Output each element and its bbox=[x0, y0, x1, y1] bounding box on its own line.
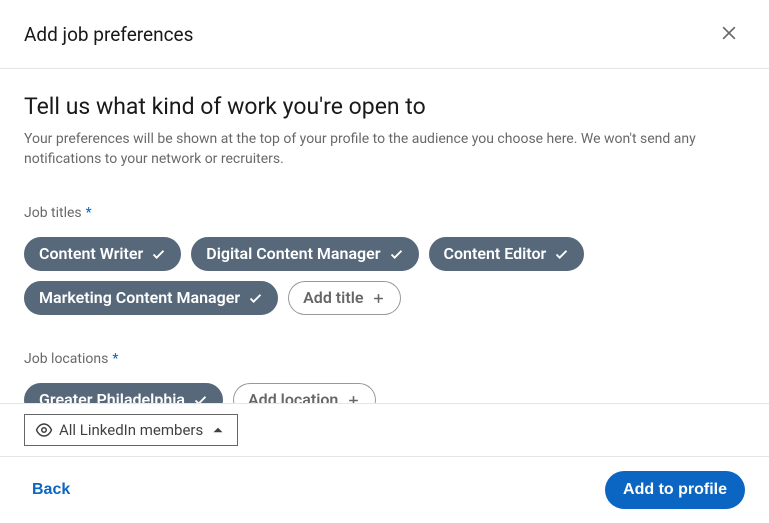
job-title-pill[interactable]: Marketing Content Manager bbox=[24, 281, 278, 315]
job-titles-group: Job titles* Content Writer Digital Conte… bbox=[24, 205, 745, 315]
check-icon bbox=[151, 247, 166, 262]
check-icon bbox=[389, 247, 404, 262]
modal-footer: Back Add to profile bbox=[0, 457, 769, 523]
pill-label: Content Editor bbox=[444, 246, 547, 262]
visibility-bar: All LinkedIn members bbox=[0, 403, 769, 457]
job-title-pill[interactable]: Content Writer bbox=[24, 237, 181, 271]
pill-label: Greater Philadelphia bbox=[39, 392, 185, 403]
pill-label: Content Writer bbox=[39, 246, 143, 262]
add-title-button[interactable]: Add title bbox=[288, 281, 401, 315]
page-heading: Tell us what kind of work you're open to bbox=[24, 93, 745, 120]
modal-header: Add job preferences bbox=[0, 0, 769, 69]
job-location-pill[interactable]: Greater Philadelphia bbox=[24, 383, 223, 403]
required-marker: * bbox=[86, 205, 92, 221]
page-subheading: Your preferences will be shown at the to… bbox=[24, 130, 745, 169]
job-title-pill[interactable]: Content Editor bbox=[429, 237, 585, 271]
plus-icon bbox=[346, 393, 361, 403]
job-title-pill[interactable]: Digital Content Manager bbox=[191, 237, 418, 271]
caret-up-icon bbox=[209, 421, 227, 439]
check-icon bbox=[248, 291, 263, 306]
visibility-label: All LinkedIn members bbox=[59, 421, 203, 439]
pill-label: Digital Content Manager bbox=[206, 246, 380, 262]
check-icon bbox=[193, 393, 208, 403]
job-titles-label-text: Job titles bbox=[24, 205, 82, 221]
plus-icon bbox=[371, 291, 386, 306]
job-titles-label: Job titles* bbox=[24, 205, 745, 221]
job-titles-pills: Content Writer Digital Content Manager C… bbox=[24, 237, 745, 315]
visibility-selector[interactable]: All LinkedIn members bbox=[24, 414, 238, 446]
job-locations-label: Job locations* bbox=[24, 351, 745, 367]
pill-label: Add title bbox=[303, 290, 363, 306]
required-marker: * bbox=[112, 351, 118, 367]
job-locations-pills: Greater Philadelphia Add location bbox=[24, 383, 745, 403]
job-locations-group: Job locations* Greater Philadelphia Add … bbox=[24, 351, 745, 403]
back-button[interactable]: Back bbox=[24, 475, 78, 505]
close-button[interactable] bbox=[713, 18, 745, 50]
job-preferences-modal: Add job preferences Tell us what kind of… bbox=[0, 0, 769, 523]
add-to-profile-button[interactable]: Add to profile bbox=[605, 471, 745, 509]
eye-icon bbox=[35, 421, 53, 439]
close-icon bbox=[719, 23, 739, 46]
add-location-button[interactable]: Add location bbox=[233, 383, 376, 403]
pill-label: Add location bbox=[248, 392, 338, 403]
pill-label: Marketing Content Manager bbox=[39, 290, 240, 306]
check-icon bbox=[554, 247, 569, 262]
job-locations-label-text: Job locations bbox=[24, 351, 108, 367]
modal-title: Add job preferences bbox=[24, 23, 193, 46]
modal-body: Tell us what kind of work you're open to… bbox=[0, 69, 769, 403]
